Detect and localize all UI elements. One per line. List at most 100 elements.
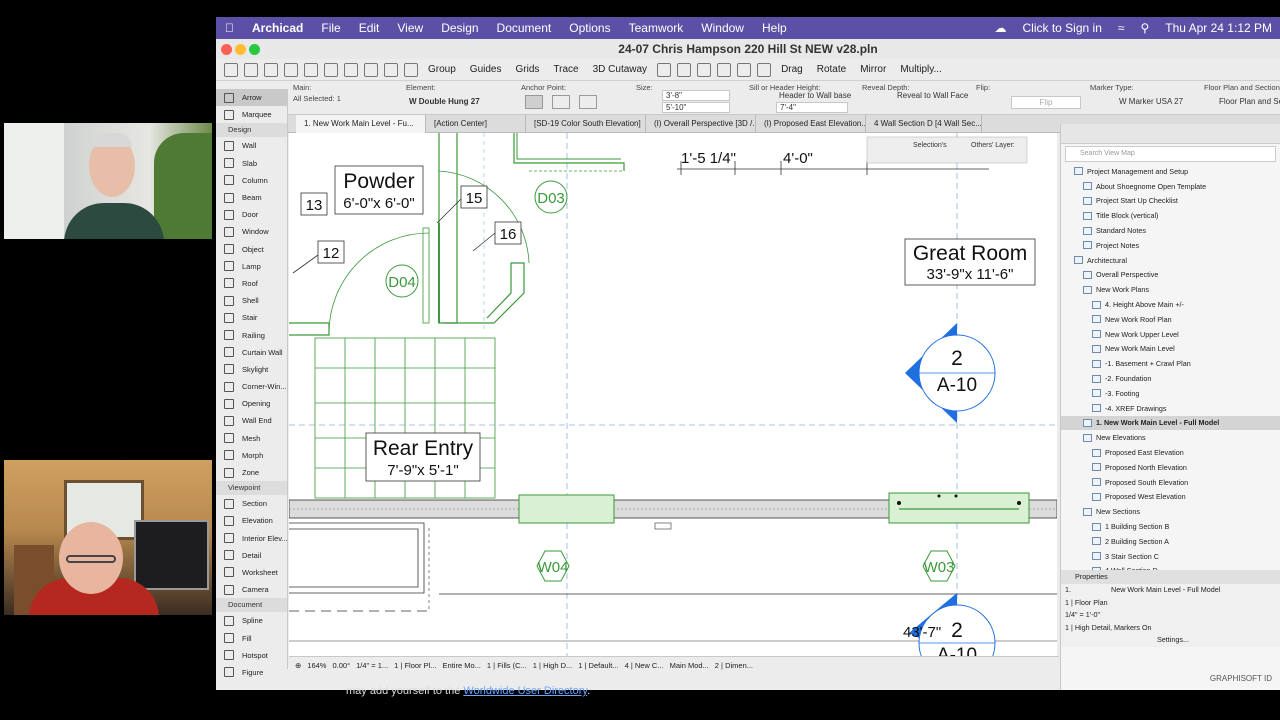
tool-wall[interactable]: Wall <box>216 137 287 154</box>
split-icon[interactable] <box>657 62 672 77</box>
navigator-item[interactable]: About Shoegnome Open Template <box>1061 179 1280 194</box>
tool-worksheet[interactable]: Worksheet <box>216 564 287 581</box>
eyedropper-icon[interactable] <box>384 62 398 77</box>
magic-wand-icon[interactable] <box>324 62 338 77</box>
menu-app-archicad[interactable]: Archicad <box>243 21 312 35</box>
dimension-text-3[interactable]: 43'-7" <box>903 624 941 641</box>
tool-corner-win[interactable]: Corner-Win... <box>216 378 287 395</box>
sill-height-field[interactable]: 7'-4" <box>776 102 848 113</box>
navigator-item[interactable]: Project Start Up Checklist <box>1061 194 1280 209</box>
graphisoft-id[interactable]: GRAPHISOFT ID <box>1060 669 1280 688</box>
tool-object[interactable]: Object <box>216 241 287 258</box>
tag-15[interactable]: 15 <box>466 190 483 207</box>
offset-icon[interactable] <box>737 62 752 77</box>
navigator-item[interactable]: Overall Perspective <box>1061 268 1280 283</box>
properties-layer-row[interactable]: 1 | Floor Plan <box>1061 597 1280 610</box>
adjust-icon[interactable] <box>677 62 692 77</box>
tool-railing[interactable]: Railing <box>216 326 287 343</box>
navigator-item[interactable]: 4. Height Above Main +/- <box>1061 297 1280 312</box>
drag-button[interactable]: Drag <box>777 64 807 75</box>
tag-16[interactable]: 16 <box>500 226 517 243</box>
zoom-level[interactable]: 164% <box>307 661 326 670</box>
dimension-text-1[interactable]: 1'-5 1/4" <box>681 150 736 167</box>
model-view-options[interactable]: 1 | High D... <box>533 661 572 670</box>
multiply-button[interactable]: Multiply... <box>896 64 946 75</box>
menu-teamwork[interactable]: Teamwork <box>620 21 693 35</box>
great-room-size[interactable]: 33'-9"x 11'-6" <box>927 266 1014 283</box>
element-value[interactable]: W Double Hung 27 <box>406 96 516 107</box>
powder-room-size[interactable]: 6'-0"x 6'-0" <box>343 195 414 212</box>
menu-file[interactable]: File <box>312 21 349 35</box>
rotate-button[interactable]: Rotate <box>813 64 850 75</box>
toolbox-viewpoint-head[interactable]: Viewpoint <box>216 481 287 496</box>
tool-morph[interactable]: Morph <box>216 447 287 464</box>
group-button[interactable]: Group <box>424 64 460 75</box>
tool-beam[interactable]: Beam <box>216 189 287 206</box>
navigator-item[interactable]: Title Block (vertical) <box>1061 208 1280 223</box>
dimension-text-2[interactable]: 4'-0" <box>783 150 813 167</box>
tool-spline[interactable]: Spline <box>216 612 287 629</box>
tool-opening[interactable]: Opening <box>216 395 287 412</box>
tool-wall-end[interactable]: Wall End <box>216 412 287 429</box>
toolbox-document-head[interactable]: Document <box>216 598 287 613</box>
wifi-icon[interactable]: ≈ <box>1110 21 1133 35</box>
navigator-item[interactable]: 1. New Work Main Level - Full Model <box>1061 415 1280 431</box>
model-view[interactable]: Entire Mo... <box>443 661 481 670</box>
door-marker-d03[interactable]: D03 <box>537 190 565 207</box>
graphic-override[interactable]: 1 | Default... <box>578 661 618 670</box>
anchor-right-button[interactable] <box>579 95 597 109</box>
tool-arrow[interactable]: Arrow <box>216 89 287 107</box>
toolbox-design-head[interactable]: Design <box>216 123 287 138</box>
mirror-button[interactable]: Mirror <box>856 64 890 75</box>
tag-12[interactable]: 12 <box>323 245 340 262</box>
floor-plan-canvas[interactable]: 1'-5 1/4" 4'-0" Selection's Others' Laye… <box>289 133 1057 657</box>
properties-scale-row[interactable]: 1/4" = 1'-0" <box>1061 609 1280 622</box>
menu-edit[interactable]: Edit <box>350 21 389 35</box>
navigator-item[interactable]: New Elevations <box>1061 430 1280 445</box>
tool-interior-elev[interactable]: Interior Elev... <box>216 530 288 547</box>
menu-document[interactable]: Document <box>488 21 561 35</box>
search-icon[interactable]: ⚲ <box>1132 21 1157 35</box>
navigator-item[interactable]: -1. Basement + Crawl Plan <box>1061 356 1280 371</box>
syringe-icon[interactable] <box>404 62 418 77</box>
powder-room-label[interactable]: Powder <box>343 170 414 193</box>
navigator-item[interactable]: -4. XREF Drawings <box>1061 401 1280 416</box>
tool-elevation[interactable]: Elevation <box>216 512 287 529</box>
reveal-dropdown[interactable]: Reveal to Wall Face <box>894 90 971 101</box>
floorplan-section-button[interactable]: Floor Plan and Se <box>1216 96 1280 107</box>
tool-slab[interactable]: Slab <box>216 155 287 172</box>
window-marker-w04[interactable]: W04 <box>538 559 569 576</box>
tool-curtain-wall[interactable]: Curtain Wall <box>216 344 287 361</box>
navigator-item[interactable]: Standard Notes <box>1061 223 1280 238</box>
navigator-search-input[interactable]: Search View Map <box>1065 146 1276 162</box>
scale-setting[interactable]: 1/4" = 1... <box>356 661 388 670</box>
layer-combo[interactable]: 1 | Floor Pl... <box>394 661 436 670</box>
tool-fill[interactable]: Fill <box>216 629 287 646</box>
navigator-item[interactable]: 1 Building Section B <box>1061 519 1280 534</box>
cloud-icon[interactable]: ☁ <box>987 21 1015 35</box>
cutaway-button[interactable]: 3D Cutaway <box>589 64 651 75</box>
navigator-item[interactable]: Project Management and Setup <box>1061 164 1280 179</box>
navigator-item[interactable]: New Sections <box>1061 504 1280 519</box>
tool-hotspot[interactable]: Hotspot <box>216 647 287 664</box>
size-height-field[interactable]: 5'-10" <box>662 102 730 113</box>
navigator-item[interactable]: Proposed East Elevation <box>1061 445 1280 460</box>
resize-icon[interactable] <box>757 62 772 77</box>
anchor-left-button[interactable] <box>525 95 543 109</box>
rear-entry-label[interactable]: Rear Entry <box>373 437 474 460</box>
rear-entry-size[interactable]: 7'-9"x 5'-1" <box>387 462 458 479</box>
guides-button[interactable]: Guides <box>466 64 506 75</box>
rotation-angle[interactable]: 0.00° <box>332 661 350 670</box>
tool-stair[interactable]: Stair <box>216 309 287 326</box>
clock[interactable]: Thu Apr 24 1:12 PM <box>1157 21 1280 35</box>
settings-button[interactable]: Settings... <box>1061 634 1280 647</box>
tool-column[interactable]: Column <box>216 172 287 189</box>
close-window-icon[interactable] <box>221 44 232 55</box>
tool-detail[interactable]: Detail <box>216 547 287 564</box>
navigator-item[interactable]: New Work Plans <box>1061 282 1280 297</box>
navigator-item[interactable]: Proposed West Elevation <box>1061 490 1280 505</box>
sign-in-link[interactable]: Click to Sign in <box>1015 21 1110 35</box>
flip-button[interactable]: Flip <box>1011 96 1081 109</box>
tool-roof[interactable]: Roof <box>216 275 287 292</box>
tool-lamp[interactable]: Lamp <box>216 258 287 275</box>
